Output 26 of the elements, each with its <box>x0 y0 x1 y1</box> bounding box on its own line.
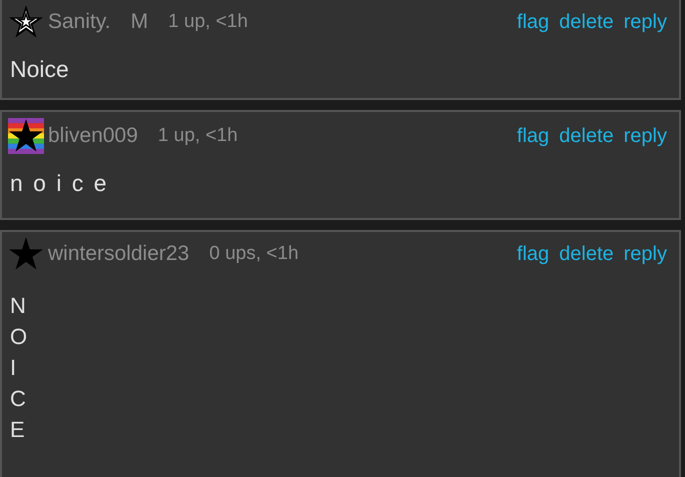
star-icon <box>8 236 44 272</box>
comment-text: n o i c e <box>10 169 109 198</box>
comment-text-line: I <box>10 354 18 382</box>
comment-text-line: C <box>10 385 27 413</box>
action-link[interactable]: flag <box>516 239 550 269</box>
vote-time-meta: 1 up, <1h <box>158 124 238 148</box>
star-icon <box>8 4 44 40</box>
comment-text: Noice <box>10 55 69 84</box>
comment-text-line: N <box>10 292 27 320</box>
username[interactable]: bliven009 <box>48 120 138 152</box>
vote-time-meta: 0 ups, <1h <box>209 242 299 266</box>
action-link[interactable]: flag <box>516 121 550 151</box>
rainbow-star-icon <box>8 118 44 154</box>
vote-time-meta: 1 up, <1h <box>168 10 248 34</box>
comment-text-line: O <box>10 323 28 351</box>
action-link[interactable]: delete <box>559 239 614 269</box>
action-link[interactable]: reply <box>624 121 667 151</box>
action-link[interactable]: reply <box>624 239 667 269</box>
action-link[interactable]: flag <box>516 7 550 37</box>
username[interactable]: Sanity. <box>48 6 111 38</box>
action-link[interactable]: reply <box>624 7 667 37</box>
action-link[interactable]: delete <box>559 121 614 151</box>
comment-text-line: E <box>10 416 26 444</box>
action-link[interactable]: delete <box>559 7 614 37</box>
username[interactable]: wintersoldier23 <box>48 238 190 270</box>
user-tag: M <box>130 6 148 38</box>
